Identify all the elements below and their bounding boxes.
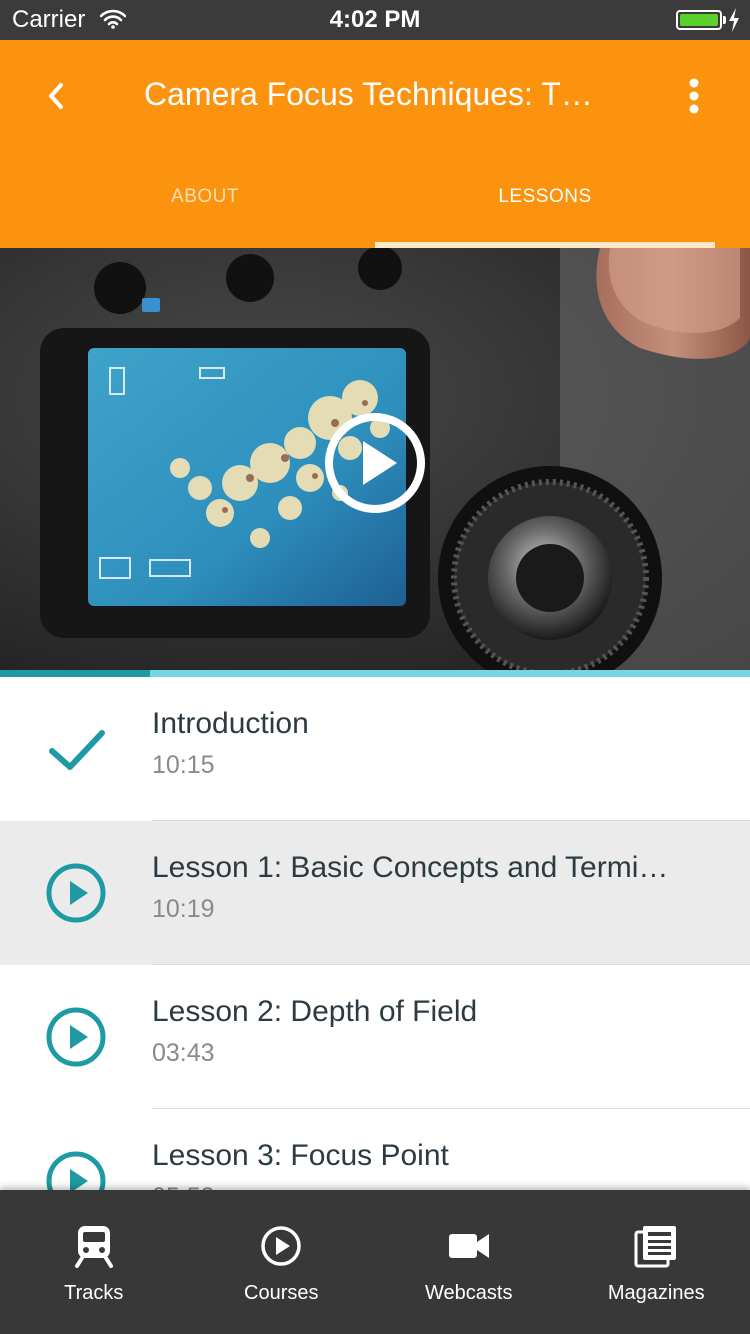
lesson-duration: 03:43	[152, 1039, 215, 1067]
play-circle-icon	[46, 1007, 106, 1067]
battery-icon	[676, 10, 722, 30]
nav-label: Magazines	[607, 1282, 705, 1304]
play-circle-icon	[46, 863, 106, 923]
tab-lessons[interactable]: LESSONS	[375, 170, 715, 248]
lesson-title: Lesson 3: Focus Point	[152, 1139, 449, 1172]
play-circle-icon	[261, 1226, 301, 1266]
battery-level-fill	[680, 14, 718, 26]
battery-tip	[723, 16, 726, 24]
back-button[interactable]	[30, 70, 82, 122]
lesson-title: Lesson 2: Depth of Field	[152, 995, 478, 1028]
status-bar: Carrier 4:02 PM	[0, 0, 750, 40]
nav-courses[interactable]: Courses	[188, 1190, 376, 1334]
lesson-row-introduction[interactable]: Introduction 10:15	[0, 677, 750, 821]
play-circle-icon[interactable]	[323, 411, 427, 515]
lesson-title: Lesson 1: Basic Concepts and Termi…	[152, 851, 669, 884]
lesson-duration: 10:15	[152, 751, 215, 779]
tab-about[interactable]: ABOUT	[35, 170, 375, 248]
nav-magazines[interactable]: Magazines	[563, 1190, 750, 1334]
video-player[interactable]	[0, 248, 750, 670]
video-progress-bar[interactable]	[0, 670, 750, 677]
clock: 4:02 PM	[329, 6, 421, 33]
nav-webcasts[interactable]: Webcasts	[375, 1190, 563, 1334]
newspaper-icon	[634, 1226, 677, 1268]
lesson-row-lesson-1[interactable]: Lesson 1: Basic Concepts and Termi… 10:1…	[0, 821, 750, 965]
chevron-left-icon	[49, 83, 63, 109]
more-options-button[interactable]	[668, 70, 720, 122]
more-vertical-icon	[689, 78, 699, 114]
lesson-duration: 10:19	[152, 895, 215, 923]
nav-tracks[interactable]: Tracks	[0, 1190, 188, 1334]
check-icon	[49, 730, 105, 770]
nav-label: Tracks	[64, 1282, 124, 1304]
charging-bolt-icon	[729, 8, 739, 32]
page-title: Camera Focus Techniques: T…	[144, 76, 593, 112]
lesson-list: Introduction 10:15 Lesson 1: Basic Conce…	[0, 677, 750, 1253]
video-progress-fill	[0, 670, 150, 677]
lesson-row-lesson-2[interactable]: Lesson 2: Depth of Field 03:43	[0, 965, 750, 1109]
bottom-nav: Tracks Courses Webcasts Magazines	[0, 1190, 750, 1334]
app-header: Camera Focus Techniques: T… ABOUT LESSON…	[0, 40, 750, 248]
lesson-title: Introduction	[152, 707, 309, 740]
nav-label: Webcasts	[425, 1282, 513, 1304]
train-icon	[74, 1226, 113, 1268]
nav-label: Courses	[244, 1282, 319, 1304]
video-camera-icon	[448, 1234, 489, 1258]
